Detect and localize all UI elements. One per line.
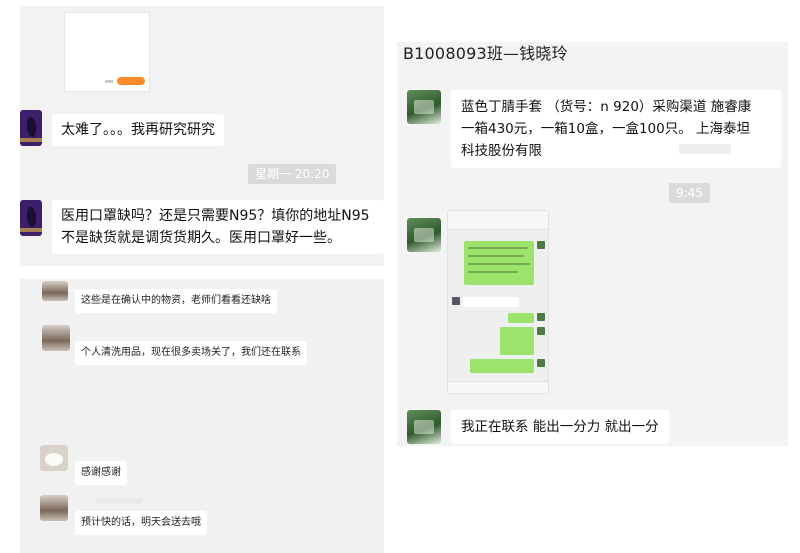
avatar-lotus-icon[interactable] bbox=[407, 410, 441, 444]
phone-title-bar bbox=[448, 220, 548, 230]
message-bubble[interactable]: 太难了。。。我再研究研究 bbox=[52, 114, 224, 146]
message-bubble[interactable]: 蓝色丁腈手套 （货号：n 920）采购渠道 施睿康 一箱430元，一箱10盒，一… bbox=[451, 90, 781, 168]
avatar-lotus-icon[interactable] bbox=[407, 90, 441, 124]
progress-dot bbox=[105, 80, 113, 83]
avatar-house-icon[interactable] bbox=[40, 495, 68, 521]
message-text-line: 蓝色丁腈手套 （货号：n 920）采购渠道 施睿康 bbox=[461, 99, 752, 115]
phone-green-bubble bbox=[508, 313, 534, 323]
avatar-puppy-icon[interactable] bbox=[40, 445, 68, 471]
chat-panel-top-left: 太难了。。。我再研究研究 星期一 20:20 医用口罩缺吗？还是只需要N95？填… bbox=[20, 6, 384, 266]
phone-text-line bbox=[468, 263, 530, 265]
message-text-line: 不是缺货就是调货货期久。医用口罩好一些。 bbox=[61, 230, 341, 246]
phone-text-line bbox=[468, 271, 518, 273]
phone-avatar-icon bbox=[537, 327, 545, 335]
blurred-overlay bbox=[679, 144, 731, 154]
image-action-pill bbox=[117, 77, 145, 85]
screenshot-image-message[interactable] bbox=[447, 210, 549, 394]
message-bubble[interactable]: 医用口罩缺吗？还是只需要N95？填你的地址N95 不是缺货就是调货货期久。医用口… bbox=[52, 200, 384, 254]
phone-status-bar bbox=[448, 211, 548, 220]
phone-avatar-icon bbox=[537, 241, 545, 249]
phone-input-bar bbox=[448, 381, 548, 393]
message-text-line: 一箱430元，一箱10盒，一盒100只。 上海泰坦 bbox=[461, 121, 751, 137]
phone-avatar-icon bbox=[452, 297, 460, 305]
message-text: 我正在联系 能出一分力 就出一分 bbox=[461, 419, 659, 435]
phone-avatar-icon bbox=[537, 359, 545, 367]
phone-text-line bbox=[468, 247, 528, 249]
message-text: 太难了。。。我再研究研究 bbox=[61, 122, 215, 138]
timestamp-chip: 9:45 bbox=[669, 183, 710, 203]
image-message-card[interactable] bbox=[64, 12, 150, 92]
message-text: 感谢感谢 bbox=[81, 467, 121, 478]
message-bubble[interactable]: 个人清洗用品，现在很多卖场关了，我们还在联系 bbox=[75, 341, 307, 365]
phone-white-bubble bbox=[463, 297, 519, 307]
phone-text-line bbox=[468, 255, 524, 257]
chat-panel-bottom-left: 这些是在确认中的物资，老师们看看还缺啥 个人清洗用品，现在很多卖场关了，我们还在… bbox=[20, 279, 384, 553]
avatar-ravens-icon[interactable] bbox=[20, 200, 42, 236]
avatar-house-icon[interactable] bbox=[42, 325, 70, 351]
message-bubble[interactable]: 这些是在确认中的物资，老师们看看还缺啥 bbox=[75, 289, 277, 313]
phone-avatar-icon bbox=[537, 313, 545, 321]
message-bubble[interactable]: 我正在联系 能出一分力 就出一分 bbox=[451, 410, 669, 444]
message-bubble[interactable]: 感谢感谢 bbox=[75, 461, 127, 485]
avatar-ravens-icon[interactable] bbox=[20, 110, 42, 146]
timestamp-chip: 星期一 20:20 bbox=[248, 164, 337, 184]
phone-green-bubble bbox=[500, 327, 534, 355]
message-text-line: 医用口罩缺吗？还是只需要N95？填你的地址N95 bbox=[61, 208, 370, 224]
avatar-house-icon[interactable] bbox=[42, 281, 68, 301]
message-text: 这些是在确认中的物资，老师们看看还缺啥 bbox=[81, 295, 271, 306]
phone-green-bubble bbox=[470, 359, 534, 373]
message-text: 预计快的话，明天会送去哦 bbox=[81, 517, 201, 528]
avatar-lotus-icon[interactable] bbox=[407, 218, 441, 252]
message-text: 个人清洗用品，现在很多卖场关了，我们还在联系 bbox=[81, 347, 301, 358]
chat-title: B1008093班—钱晓玲 bbox=[403, 44, 568, 63]
blurred-sender-name bbox=[96, 498, 142, 504]
collage-root: 太难了。。。我再研究研究 星期一 20:20 医用口罩缺吗？还是只需要N95？填… bbox=[0, 0, 800, 553]
message-bubble[interactable]: 预计快的话，明天会送去哦 bbox=[75, 511, 207, 535]
